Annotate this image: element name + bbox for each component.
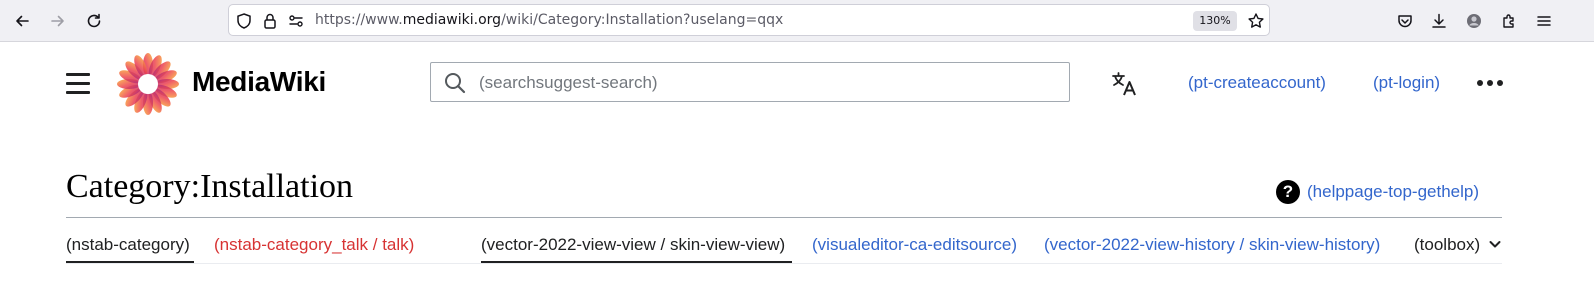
site-wordmark[interactable]: MediaWiki [192,66,326,98]
back-button[interactable] [7,6,37,36]
search-input[interactable] [477,69,1061,97]
hamburger-bar [66,91,90,94]
reload-button[interactable] [79,6,109,36]
reload-icon [87,13,101,28]
dot [1477,80,1483,86]
more-options-button[interactable] [1476,80,1504,88]
puzzle-icon [1503,14,1514,28]
tab-category[interactable]: (nstab-category) [66,235,190,255]
extensions-button[interactable] [1494,6,1524,36]
browser-toolbar: https://www.mediawiki.org/wiki/Category:… [0,0,1594,42]
url-text: https://www.mediawiki.org/wiki/Category:… [315,12,783,28]
page-title: Category:Installation [66,168,354,205]
tab-talk[interactable]: (nstab-category_talk / talk) [214,235,414,255]
pocket-icon [1398,15,1412,28]
download-icon [1432,13,1446,28]
zoom-level-badge[interactable]: 130% [1193,11,1237,31]
chevron-down-icon[interactable] [1488,237,1502,251]
dot [1487,80,1493,86]
main-menu-button[interactable] [64,70,92,96]
arrow-right-icon [51,15,64,27]
star-icon[interactable] [1247,12,1265,30]
pocket-button[interactable] [1390,6,1420,36]
help-icon: ? [1276,180,1300,204]
language-icon[interactable] [1110,70,1138,98]
downloads-button[interactable] [1424,6,1454,36]
url-path: /wiki/Category:Installation?uselang=qqx [501,12,784,28]
url-host: mediawiki.org [402,12,502,28]
avatar-icon [1467,14,1481,28]
help-link[interactable]: (helppage-top-gethelp) [1307,182,1479,202]
lock-icon[interactable] [261,12,279,30]
url-bar[interactable]: https://www.mediawiki.org/wiki/Category:… [228,4,1270,36]
tab-history[interactable]: (vector-2022-view-history / skin-view-hi… [1044,235,1380,255]
search-icon [445,73,466,94]
help-link-group[interactable]: ? (helppage-top-gethelp) [1276,180,1479,204]
app-menu-button[interactable] [1529,6,1559,36]
arrow-left-icon [16,15,29,27]
login-link[interactable]: (pt-login) [1373,73,1440,93]
title-divider [66,217,1502,218]
menu-icon [1537,16,1551,26]
shield-icon[interactable] [235,12,253,30]
hamburger-bar [66,82,90,85]
dot [1497,80,1503,86]
toolbox-dropdown[interactable]: (toolbox) [1414,235,1480,255]
hamburger-bar [66,73,90,76]
tabs-divider [66,263,1502,264]
mediawiki-logo-icon[interactable] [116,52,180,116]
create-account-link[interactable]: (pt-createaccount) [1188,73,1326,93]
forward-button[interactable] [43,6,73,36]
permissions-icon[interactable] [287,12,305,30]
account-button[interactable] [1459,6,1489,36]
tab-view[interactable]: (vector-2022-view-view / skin-view-view) [481,235,785,255]
search-box[interactable] [430,62,1070,102]
url-prefix: https://www. [315,12,403,28]
tab-edit-source[interactable]: (visualeditor-ca-editsource) [812,235,1017,255]
